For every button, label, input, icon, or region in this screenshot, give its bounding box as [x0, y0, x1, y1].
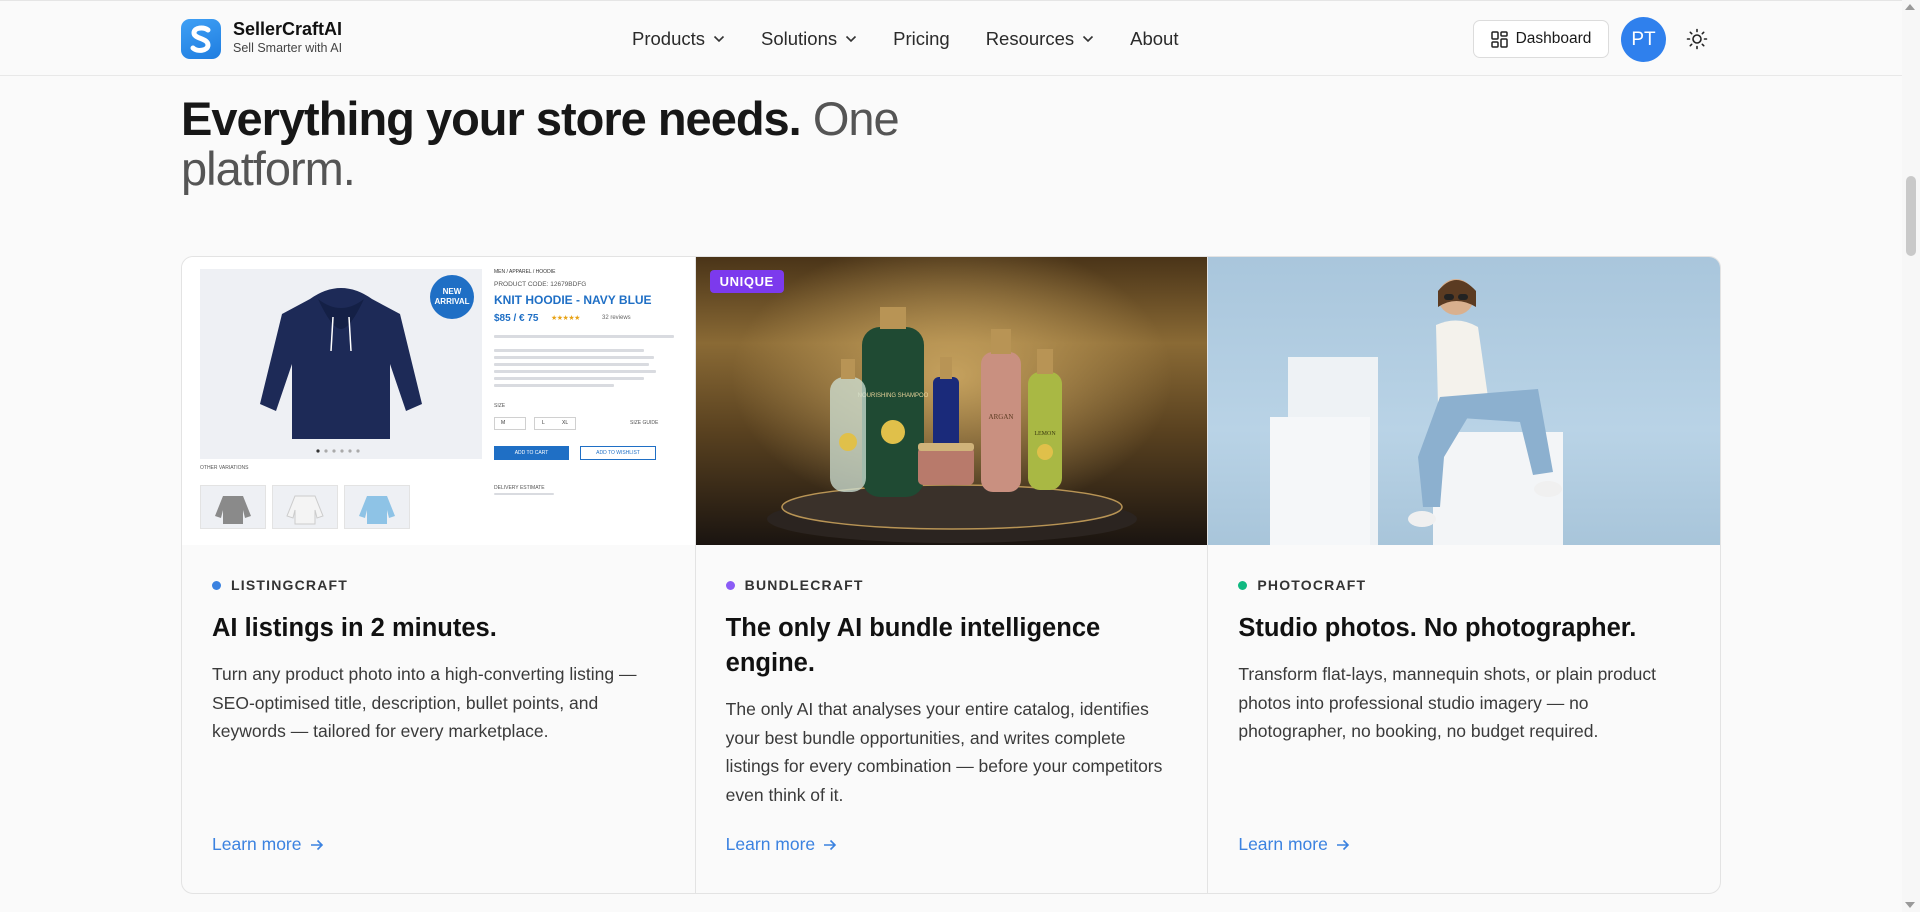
product-cards: NEW ARRIVAL MEN / APPAREL / HOODIE PRODU… — [181, 256, 1721, 894]
arrow-right-icon — [824, 839, 837, 850]
listing-mockup-image: NEW ARRIVAL MEN / APPAREL / HOODIE PRODU… — [182, 257, 695, 545]
status-dot — [725, 580, 735, 590]
section-heading: Everything your store needs. One platfor… — [181, 94, 941, 194]
card-description: The only AI that analyses your entire ca… — [725, 699, 1163, 805]
size-option: M — [501, 420, 506, 426]
bottle-label: LEMON — [1034, 431, 1056, 437]
description-line — [494, 384, 614, 387]
review-count: 32 reviews — [602, 315, 631, 321]
chevron-down-icon — [1083, 35, 1094, 43]
brand-tagline: Sell Smarter with AI — [233, 41, 343, 55]
chevron-down-icon — [713, 35, 725, 43]
card-bundlecraft[interactable]: NOURISHING SHAMPOO ARGAN LEMON UNIQUE BU… — [694, 257, 1208, 893]
card-body: LISTINGCRAFT AI listings in 2 minutes. T… — [212, 577, 665, 746]
brand-name[interactable]: SellerCraftAI — [233, 19, 342, 40]
bottle-label: NOURISHING SHAMPOO — [857, 393, 928, 399]
scroll-up-arrow-icon[interactable] — [1905, 4, 1915, 10]
description-line — [494, 363, 649, 366]
dashboard-button[interactable]: Dashboard — [1473, 20, 1609, 58]
description-line — [494, 356, 654, 359]
other-variations-label: OTHER VARIATIONS — [200, 465, 249, 471]
brand-logo-icon[interactable] — [181, 19, 221, 59]
eyebrow-label: LISTINGCRAFT — [231, 577, 349, 593]
rating-stars-icon: ★★★★★ — [551, 315, 580, 322]
studio-model-illustration — [1270, 279, 1564, 545]
description-line — [494, 377, 644, 380]
learn-more-label: Learn more — [1238, 834, 1328, 854]
divider — [494, 335, 674, 338]
nav-resources[interactable]: Resources — [986, 28, 1094, 50]
status-dot — [1238, 580, 1248, 590]
learn-more-label: Learn more — [725, 834, 816, 854]
studio-photo-image — [1208, 257, 1720, 545]
chevron-down-icon — [846, 35, 857, 43]
learn-more-link[interactable]: Learn more — [1238, 834, 1350, 855]
size-guide: SIZE GUIDE — [630, 420, 659, 426]
main-nav: Products Solutions Pricing Resources Abo… — [632, 28, 1214, 50]
nav-label: Pricing — [893, 28, 950, 49]
nav-label: Products — [632, 28, 706, 49]
page-scrollbar[interactable] — [1902, 0, 1920, 912]
card-eyebrow: LISTINGCRAFT — [212, 577, 665, 593]
card-title: AI listings in 2 minutes. — [212, 614, 497, 642]
site-header: SellerCraftAI Sell Smarter with AI Produ… — [0, 0, 1902, 76]
card-photocraft[interactable]: PHOTOCRAFT Studio photos. No photographe… — [1207, 257, 1720, 893]
delivery-estimate: DELIVERY ESTIMATE — [494, 485, 545, 491]
grid-icon — [1490, 30, 1508, 48]
card-eyebrow: PHOTOCRAFT — [1238, 577, 1690, 593]
nav-products[interactable]: Products — [632, 28, 725, 50]
product-code: PRODUCT CODE: 12679BDFG — [494, 281, 587, 288]
arrow-right-icon — [310, 839, 323, 850]
size-option: L — [542, 420, 545, 426]
nav-label: Resources — [985, 28, 1075, 49]
size-label: SIZE — [494, 403, 506, 409]
add-to-cart-button: ADD TO CART — [494, 446, 569, 460]
card-body: BUNDLECRAFT The only AI bundle intellige… — [725, 577, 1178, 809]
description-line — [494, 370, 656, 373]
heading-strong: Everything your store needs. — [181, 92, 802, 145]
size-select: L XL — [534, 417, 576, 430]
card-title: Studio photos. No photographer. — [1238, 614, 1637, 642]
card-description: Transform flat-lays, mannequin shots, or… — [1238, 664, 1656, 741]
nav-solutions[interactable]: Solutions — [761, 28, 857, 50]
nav-label: Solutions — [761, 28, 838, 49]
card-eyebrow: BUNDLECRAFT — [725, 577, 1178, 593]
bundle-products-image: NOURISHING SHAMPOO ARGAN LEMON UNIQUE — [695, 257, 1208, 545]
nav-pricing[interactable]: Pricing — [893, 28, 950, 50]
card-description: Turn any product photo into a high-conve… — [212, 664, 637, 741]
description-line — [494, 349, 644, 352]
breadcrumb: MEN / APPAREL / HOODIE — [494, 269, 556, 275]
learn-more-link[interactable]: Learn more — [212, 834, 324, 855]
bottle-label: ARGAN — [988, 413, 1013, 421]
product-title: KNIT HOODIE - NAVY BLUE — [494, 293, 652, 307]
dashboard-label: Dashboard — [1515, 30, 1592, 47]
card-listingcraft[interactable]: NEW ARRIVAL MEN / APPAREL / HOODIE PRODU… — [182, 257, 695, 893]
eyebrow-label: BUNDLECRAFT — [744, 577, 864, 593]
variation-thumb-grey — [200, 485, 266, 529]
scrollbar-thumb[interactable] — [1906, 176, 1916, 256]
nav-about[interactable]: About — [1130, 28, 1178, 50]
learn-more-link[interactable]: Learn more — [726, 834, 838, 855]
status-dot — [212, 580, 221, 590]
variation-thumb-blue — [344, 485, 410, 529]
product-bottles-illustration: NOURISHING SHAMPOO ARGAN LEMON — [731, 257, 1172, 543]
size-select: M — [494, 417, 526, 430]
unique-badge: UNIQUE — [709, 270, 784, 293]
sun-icon[interactable] — [1686, 28, 1708, 50]
user-avatar[interactable]: PT — [1621, 17, 1666, 62]
learn-more-label: Learn more — [212, 834, 302, 854]
new-arrival-badge: NEW ARRIVAL — [430, 275, 474, 319]
card-title: The only AI bundle intelligence engine. — [725, 614, 1101, 677]
wishlist-button: ADD TO WISHLIST — [580, 446, 656, 460]
product-price: $85 / € 75 — [494, 313, 539, 324]
size-option: XL — [562, 420, 569, 426]
variation-thumb-white — [272, 485, 338, 529]
card-body: PHOTOCRAFT Studio photos. No photographe… — [1238, 577, 1690, 746]
scroll-down-arrow-icon[interactable] — [1905, 902, 1915, 908]
delivery-line — [494, 493, 554, 495]
eyebrow-label: PHOTOCRAFT — [1257, 577, 1367, 593]
arrow-right-icon — [1336, 839, 1349, 850]
nav-label: About — [1130, 28, 1179, 49]
